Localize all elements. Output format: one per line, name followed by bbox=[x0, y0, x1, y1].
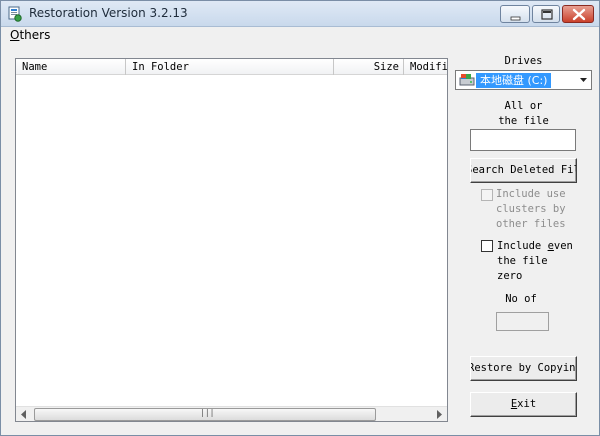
dropdown-arrow-icon[interactable] bbox=[576, 71, 591, 89]
scrollbar-grip: ||| bbox=[200, 408, 215, 417]
exit-label: Exit bbox=[510, 398, 537, 410]
menu-others-label: thers bbox=[19, 28, 51, 42]
horizontal-scrollbar[interactable]: ||| bbox=[16, 406, 447, 421]
include-even-zero-checkbox[interactable] bbox=[481, 240, 493, 252]
column-header-name[interactable]: Name bbox=[16, 59, 126, 75]
close-button[interactable] bbox=[562, 5, 594, 23]
maximize-icon bbox=[541, 9, 553, 20]
window-title: Restoration Version 3.2.13 bbox=[29, 6, 188, 20]
include-even-line-1: Include even bbox=[497, 240, 573, 252]
scroll-right-icon[interactable] bbox=[431, 407, 447, 422]
drive-icon bbox=[459, 74, 475, 86]
include-even-zero-label: Include even the file zero bbox=[497, 239, 573, 284]
column-header-size[interactable]: Size bbox=[334, 59, 404, 75]
include-clusters-line-1: Include use bbox=[496, 188, 566, 200]
search-deleted-files-button[interactable]: Search Deleted Files bbox=[470, 158, 577, 183]
all-or-line-1: All or bbox=[504, 100, 543, 112]
all-or-line-2: the file bbox=[498, 115, 549, 127]
all-or-file-label: All or the file bbox=[471, 99, 576, 129]
include-used-clusters-checkbox[interactable] bbox=[481, 189, 493, 201]
close-icon bbox=[572, 8, 586, 21]
restore-by-copying-label: Restore by Copying bbox=[470, 362, 577, 374]
file-list[interactable]: Name In Folder Size Modifi ||| bbox=[15, 58, 448, 422]
include-even-line-3: zero bbox=[497, 270, 523, 282]
include-clusters-line-2: clusters by bbox=[496, 203, 566, 215]
scroll-left-icon[interactable] bbox=[16, 407, 32, 422]
maximize-button[interactable] bbox=[532, 5, 560, 23]
list-header: Name In Folder Size Modifi bbox=[16, 59, 447, 75]
menu-others[interactable]: Others bbox=[10, 28, 50, 42]
no-of-label: No of bbox=[505, 293, 537, 305]
include-clusters-line-3: other files bbox=[496, 218, 566, 230]
include-used-clusters-label: Include use clusters by other files bbox=[496, 187, 566, 232]
app-window: Restoration Version 3.2.13 Others Name I… bbox=[0, 0, 600, 436]
file-name-input[interactable] bbox=[470, 129, 576, 151]
drives-label: Drives bbox=[504, 55, 543, 67]
include-even-line-2: the file bbox=[497, 255, 548, 267]
exit-button[interactable]: Exit bbox=[470, 392, 577, 417]
app-icon bbox=[8, 6, 22, 22]
search-deleted-files-label: Search Deleted Files bbox=[471, 164, 576, 176]
restore-by-copying-button[interactable]: Restore by Copying bbox=[470, 356, 577, 381]
drive-selected-value: 本地磁盘 (C:) bbox=[476, 73, 552, 88]
scrollbar-thumb[interactable]: ||| bbox=[34, 408, 376, 421]
title-bar[interactable]: Restoration Version 3.2.13 bbox=[1, 1, 599, 27]
column-header-modified[interactable]: Modifi bbox=[404, 59, 447, 75]
drive-dropdown[interactable]: 本地磁盘 (C:) bbox=[455, 70, 592, 90]
no-of-field bbox=[496, 312, 549, 331]
minimize-icon bbox=[510, 16, 521, 21]
menu-bar: Others bbox=[1, 27, 599, 45]
column-header-in-folder[interactable]: In Folder bbox=[126, 59, 334, 75]
minimize-button[interactable] bbox=[500, 5, 530, 23]
